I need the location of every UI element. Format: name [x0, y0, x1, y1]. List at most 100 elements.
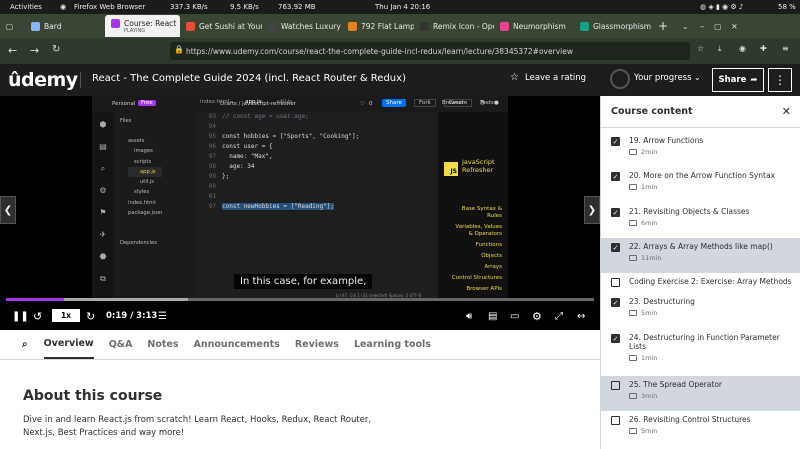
your-progress-button[interactable]: Your progress: [634, 73, 692, 83]
expand-icon[interactable]: ↔: [577, 311, 585, 322]
tree-item: index.html: [128, 199, 156, 206]
tab-glassmorphism[interactable]: Glassmorphism: [574, 15, 654, 37]
tree-item: package.json: [128, 210, 163, 217]
pause-icon[interactable]: ❚❚: [12, 311, 29, 322]
forward-icon[interactable]: →: [30, 44, 39, 57]
captions-icon[interactable]: ▭: [510, 311, 519, 322]
back-icon[interactable]: ←: [8, 44, 17, 57]
lecture-checkbox[interactable]: [611, 416, 620, 425]
tab-learning-tools[interactable]: Learning tools: [354, 331, 431, 358]
close-window-button[interactable]: ✕: [731, 22, 737, 31]
lecture-item[interactable]: ✓ 19. Arrow Functions 2min: [601, 132, 800, 167]
video-controls: ❚❚ ↺ 1x ↻ 0:19 / 3:13 ☰ 🔊︎ ▤ ▭ ⚙ ⤢ ↔: [0, 304, 600, 328]
lecture-title: 22. Arrays & Array Methods like map(): [629, 242, 773, 251]
lecture-item[interactable]: ✓ 24. Destructuring in Function Parameter…: [601, 329, 800, 376]
forward-5-icon[interactable]: ↻: [86, 310, 95, 323]
transcript-icon[interactable]: ▤: [488, 311, 497, 322]
lecture-checkbox[interactable]: ✓: [611, 137, 620, 146]
ide-code-editor: index.html app.js util.js 93// const age…: [196, 99, 438, 300]
udemy-logo[interactable]: ûdemy: [8, 69, 78, 91]
tree-item: app.js: [128, 166, 163, 178]
watches-icon: [268, 21, 277, 31]
volume-icon[interactable]: 🔊︎: [466, 311, 472, 322]
lecture-item[interactable]: 26. Revisiting Control Structures 5min: [601, 411, 800, 446]
share-icon: ➦: [750, 75, 758, 85]
video-progress-bar[interactable]: [6, 298, 594, 301]
reload-icon[interactable]: ↻: [52, 44, 60, 55]
rewind-5-icon[interactable]: ↺: [33, 310, 42, 323]
lecture-checkbox[interactable]: ✓: [611, 334, 620, 343]
tab-sushi[interactable]: Get Sushi at Your Cr: [180, 15, 262, 37]
system-top-bar: Activities ◉ Firefox Web Browser 337.3 K…: [0, 0, 800, 14]
lecture-duration: 3min: [629, 392, 795, 400]
star-icon[interactable]: ☆: [510, 72, 519, 83]
lecture-item[interactable]: ✓ 21. Revisiting Objects & Classes 6min: [601, 203, 800, 238]
activities-button[interactable]: Activities: [10, 3, 42, 11]
tab-label: Bard: [44, 21, 62, 31]
tab-announcements[interactable]: Announcements: [194, 331, 280, 358]
glass-icon: [580, 21, 589, 31]
lecture-item[interactable]: Coding Exercise 2: Exercise: Array Metho…: [601, 273, 800, 293]
settings-icon[interactable]: ⚙: [532, 310, 542, 323]
add-note-icon[interactable]: ☰: [158, 311, 167, 322]
tab-notes[interactable]: Notes: [147, 331, 178, 358]
lecture-title: 23. Destructuring: [629, 297, 695, 306]
more-options-button[interactable]: ⋮: [768, 68, 792, 92]
bard-icon: [31, 21, 40, 31]
chevron-down-icon[interactable]: ⌄: [694, 73, 701, 82]
fullscreen-icon[interactable]: ⤢: [555, 311, 563, 322]
lecture-item[interactable]: ✓ 22. Arrays & Array Methods like map() 11…: [601, 238, 800, 273]
header-divider: [80, 72, 81, 88]
tab-udemy-course[interactable]: Course: React PLAYING: [105, 15, 180, 37]
tab-overview-icon[interactable]: ▢: [0, 15, 25, 37]
leave-rating-button[interactable]: Leave a rating: [525, 73, 586, 83]
lecture-checkbox[interactable]: [611, 381, 620, 390]
lecture-checkbox[interactable]: ✓: [611, 208, 620, 217]
new-tab-button[interactable]: +: [658, 19, 668, 33]
code-line: 97 const newHobbies = ["Reading"];: [208, 203, 334, 210]
lecture-item[interactable]: ✓ 20. More on the Arrow Function Syntax 1m…: [601, 167, 800, 203]
memory: 763.92 MB: [278, 3, 316, 11]
app-name[interactable]: Firefox Web Browser: [74, 3, 145, 11]
tab-remix-icon[interactable]: Remix Icon - Open: [414, 15, 494, 37]
playback-speed-button[interactable]: 1x: [52, 309, 80, 322]
tab-overview[interactable]: Overview: [43, 330, 94, 359]
course-title[interactable]: React - The Complete Guide 2024 (incl. R…: [92, 73, 406, 84]
previous-lecture-button[interactable]: ❮: [0, 196, 16, 224]
tab-watches[interactable]: Watches Luxury: [262, 15, 342, 37]
tab-list-button[interactable]: ⌄: [682, 22, 688, 31]
tree-item: scripts: [134, 158, 152, 165]
minimize-button[interactable]: –: [700, 22, 704, 31]
close-icon[interactable]: ✕: [782, 105, 791, 118]
lecture-checkbox[interactable]: [611, 278, 620, 287]
lecture-checkbox[interactable]: ✓: [611, 298, 620, 307]
lecture-checkbox[interactable]: ✓: [611, 243, 620, 252]
next-lecture-button[interactable]: ❯: [584, 196, 600, 224]
code-line: 96 const user = {: [208, 143, 273, 150]
lecture-item[interactable]: 25. The Spread Operator 3min: [601, 376, 800, 411]
bookmark-star-icon[interactable]: ☆: [697, 44, 704, 53]
downloads-icon[interactable]: ⤓: [718, 44, 722, 54]
video-player[interactable]: Personal Free Drafts / javascript-refres…: [0, 96, 600, 330]
search-icon[interactable]: ⌕: [22, 339, 28, 350]
menu-icon[interactable]: ≡: [782, 44, 789, 53]
url-text: https://www.udemy.com/course/react-the-c…: [186, 46, 573, 56]
url-field[interactable]: 🔒 https://www.udemy.com/course/react-the…: [170, 42, 690, 60]
account-icon[interactable]: ◉: [739, 44, 746, 53]
clock[interactable]: Thu Jan 4 20:16: [375, 3, 430, 11]
tree-item: images: [134, 148, 153, 155]
tab-neumorphism[interactable]: Neumorphism: [494, 15, 574, 37]
tab-lamp[interactable]: 792 Flat Lamp I: [342, 15, 414, 37]
progress-ring-icon[interactable]: [610, 69, 630, 89]
share-button[interactable]: Share ➦: [712, 68, 764, 92]
lecture-title: 21. Revisiting Objects & Classes: [629, 207, 750, 216]
tab-bard[interactable]: Bard: [25, 15, 105, 37]
maximize-button[interactable]: ▢: [714, 22, 721, 31]
tab-qa[interactable]: Q&A: [109, 331, 133, 358]
extensions-icon[interactable]: ✚: [760, 44, 767, 53]
about-description: Dive in and learn React.js from scratch!…: [23, 415, 372, 438]
tab-reviews[interactable]: Reviews: [295, 331, 339, 358]
lecture-checkbox[interactable]: ✓: [611, 172, 620, 181]
ide-tree-list: assets images scripts app.js util.js sty…: [128, 136, 163, 218]
lecture-item[interactable]: ✓ 23. Destructuring 5min: [601, 293, 800, 329]
